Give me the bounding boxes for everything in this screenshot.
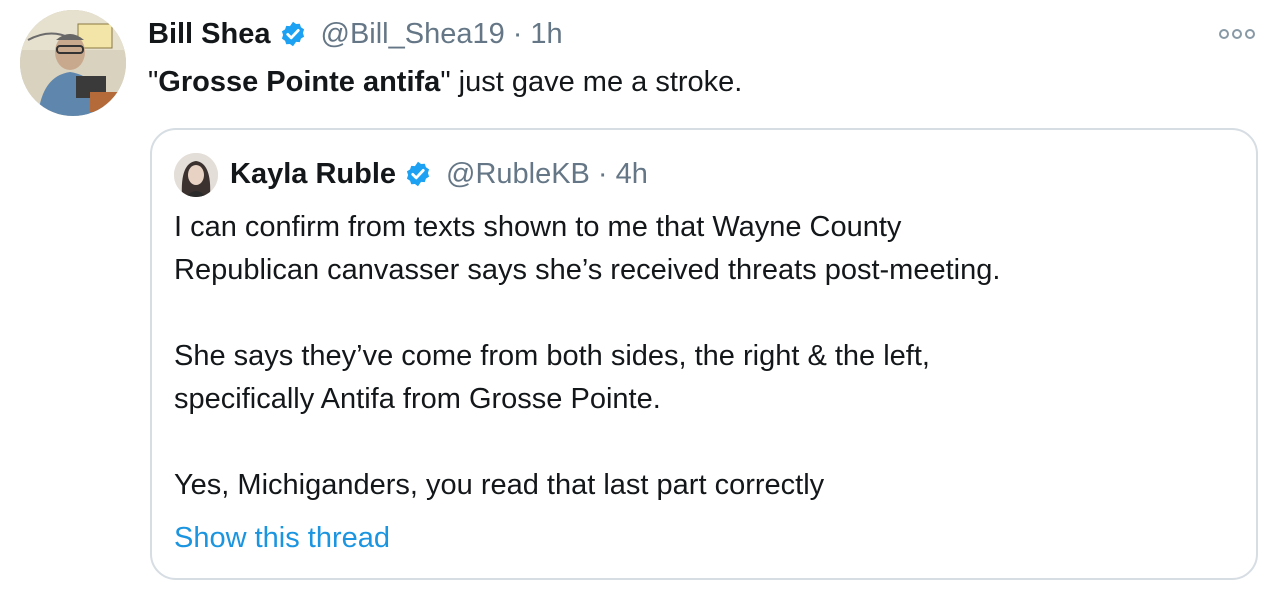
more-options-button[interactable] <box>1212 22 1262 46</box>
quoted-tweet-header: Kayla Ruble @RubleKB · 4h <box>230 154 648 194</box>
avatar[interactable] <box>20 10 126 116</box>
quoted-text-line: She says they’ve come from both sides, t… <box>174 340 930 372</box>
separator-dot: · <box>512 18 523 50</box>
quoted-text-line: specifically Antifa from Grosse Pointe. <box>174 383 661 415</box>
open-quote: " <box>148 66 159 98</box>
quoted-avatar-image <box>174 153 218 197</box>
tweet-text-bold: Grosse Pointe antifa <box>158 66 441 98</box>
avatar-image <box>20 10 126 116</box>
quoted-avatar[interactable] <box>174 153 218 197</box>
quoted-text-line: Republican canvasser says she’s received… <box>174 254 1001 286</box>
tweet: Bill Shea @Bill_Shea19 · 1h "Grosse Poin… <box>0 0 1280 600</box>
verified-badge-icon <box>279 20 307 48</box>
quoted-text-line: Yes, Michiganders, you read that last pa… <box>174 469 825 501</box>
tweet-text-rest: just gave me a stroke. <box>450 66 743 98</box>
separator-dot: · <box>597 158 608 190</box>
author-name[interactable]: Bill Shea <box>148 14 271 54</box>
author-handle[interactable]: @Bill_Shea19 <box>321 14 505 54</box>
quoted-text-line: I can confirm from texts shown to me tha… <box>174 211 902 243</box>
quoted-tweet-card[interactable]: Kayla Ruble @RubleKB · 4h I can confirm … <box>150 128 1258 580</box>
more-dots-icon <box>1219 29 1255 39</box>
tweet-text: "Grosse Pointe antifa" just gave me a st… <box>148 62 742 102</box>
close-quote: " <box>440 66 451 98</box>
verified-badge-icon <box>404 160 432 188</box>
quoted-tweet-timestamp[interactable]: 4h <box>616 154 648 194</box>
quoted-author-handle[interactable]: @RubleKB <box>446 154 590 194</box>
tweet-header: Bill Shea @Bill_Shea19 · 1h <box>148 14 563 54</box>
quoted-tweet-text: I can confirm from texts shown to me tha… <box>174 206 1234 507</box>
tweet-timestamp[interactable]: 1h <box>530 14 562 54</box>
show-thread-link[interactable]: Show this thread <box>174 518 390 558</box>
quoted-author-name[interactable]: Kayla Ruble <box>230 154 396 194</box>
